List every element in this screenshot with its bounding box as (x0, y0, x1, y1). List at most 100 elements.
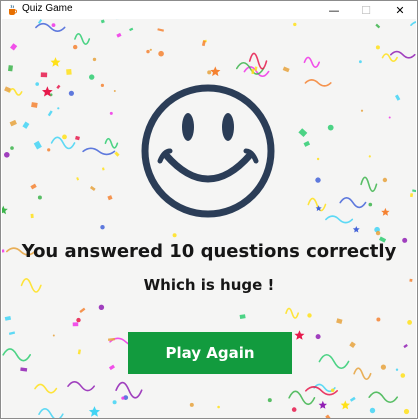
confetti-dot (73, 44, 78, 50)
minimize-button[interactable]: — (319, 1, 349, 19)
results-panel: You answered 10 questions correctly Whic… (2, 19, 416, 418)
confetti-piece (77, 349, 81, 355)
confetti-piece (410, 193, 414, 198)
confetti-dot (291, 407, 297, 412)
confetti-star (294, 330, 305, 340)
confetti-dot (407, 320, 412, 325)
confetti-piece (89, 185, 96, 192)
confetti-streamer (304, 79, 332, 87)
confetti-piece (239, 314, 246, 319)
confetti-piece (394, 94, 401, 101)
confetti-piece (157, 28, 164, 32)
confetti-piece (56, 84, 61, 90)
confetti-dot (369, 407, 376, 414)
confetti-streamer (360, 176, 378, 193)
confetti-dot (100, 225, 105, 230)
confetti-dot (89, 74, 95, 80)
confetti-streamer (318, 353, 350, 370)
confetti-streamer (35, 22, 66, 32)
confetti-streamer (248, 52, 268, 70)
confetti-dot (207, 70, 212, 75)
confetti-dot (330, 388, 335, 393)
score-comment: Which is huge ! (143, 276, 275, 294)
confetti-streamer (353, 367, 372, 381)
confetti-dot (35, 82, 39, 86)
close-button[interactable]: ✕ (385, 1, 415, 19)
confetti-piece (325, 414, 331, 418)
confetti-dot (375, 230, 381, 236)
confetti-streamer (82, 147, 116, 156)
confetti-piece (282, 66, 290, 73)
confetti-dot (4, 152, 10, 158)
confetti-piece (349, 396, 356, 402)
title-bar[interactable]: Quiz Game — ☐ ✕ (1, 1, 417, 19)
confetti-dot (368, 202, 373, 207)
maximize-button[interactable]: ☐ (351, 1, 381, 19)
confetti-dot (62, 134, 67, 140)
confetti-streamer (285, 307, 299, 319)
confetti-streamer (115, 381, 143, 399)
confetti-dot (10, 146, 14, 150)
confetti-dot (113, 90, 116, 92)
quiz-game-window: Quiz Game — ☐ ✕ You answered 10 question… (0, 0, 418, 419)
confetti-piece (79, 307, 86, 313)
confetti-dot (360, 109, 364, 112)
confetti-dot (403, 408, 410, 415)
confetti-dot (100, 83, 104, 87)
confetti-piece (129, 27, 134, 32)
confetti-streamer (381, 53, 398, 62)
confetti-dot (68, 90, 74, 96)
confetti-piece (72, 322, 79, 327)
confetti-streamer (8, 88, 23, 96)
confetti-streamer (339, 197, 367, 209)
confetti-piece (375, 23, 381, 29)
confetti-streamer (34, 383, 58, 394)
confetti-piece (40, 72, 48, 78)
confetti-star (50, 57, 61, 67)
confetti-piece (22, 121, 30, 129)
confetti-dot (316, 157, 320, 161)
confetti-dot (109, 111, 113, 115)
confetti-streamer (303, 56, 320, 68)
confetti-dot (47, 148, 51, 152)
confetti-piece (108, 364, 115, 371)
confetti-dot (359, 60, 362, 64)
confetti-piece (8, 65, 13, 72)
confetti-streamer (104, 137, 119, 149)
confetti-streamer (307, 197, 327, 212)
confetti-piece (107, 337, 116, 342)
confetti-dot (293, 22, 297, 27)
window-title: Quiz Game (22, 3, 73, 14)
confetti-piece (9, 119, 17, 127)
score-message: You answered 10 questions correctly (21, 241, 397, 262)
confetti-piece (20, 367, 28, 372)
confetti-dot (382, 177, 388, 183)
confetti-dot (375, 45, 380, 50)
confetti-star (210, 66, 221, 77)
java-cup-icon (9, 4, 18, 15)
confetti-star (318, 400, 327, 409)
play-again-button[interactable]: Play Again (128, 332, 292, 374)
confetti-star (381, 207, 390, 216)
confetti-star (352, 226, 360, 233)
confetti-streamer (74, 33, 91, 45)
confetti-dot (395, 368, 399, 371)
confetti-streamer (390, 50, 416, 59)
confetti-streamer (325, 215, 354, 224)
confetti-dot (380, 364, 386, 370)
confetti-piece (107, 195, 113, 201)
confetti-dot (76, 317, 81, 323)
confetti-dot (149, 48, 152, 51)
confetti-streamer (50, 136, 76, 150)
confetti-dot (267, 398, 272, 403)
confetti-piece (412, 189, 416, 193)
confetti-dot (327, 124, 334, 131)
confetti-dot (52, 334, 55, 337)
confetti-piece (31, 102, 38, 108)
confetti-dot (172, 233, 177, 238)
confetti-dot (400, 373, 406, 378)
confetti-piece (66, 68, 72, 75)
confetti-dot (368, 155, 371, 158)
confetti-streamer (288, 390, 316, 406)
confetti-streamer (38, 408, 64, 418)
